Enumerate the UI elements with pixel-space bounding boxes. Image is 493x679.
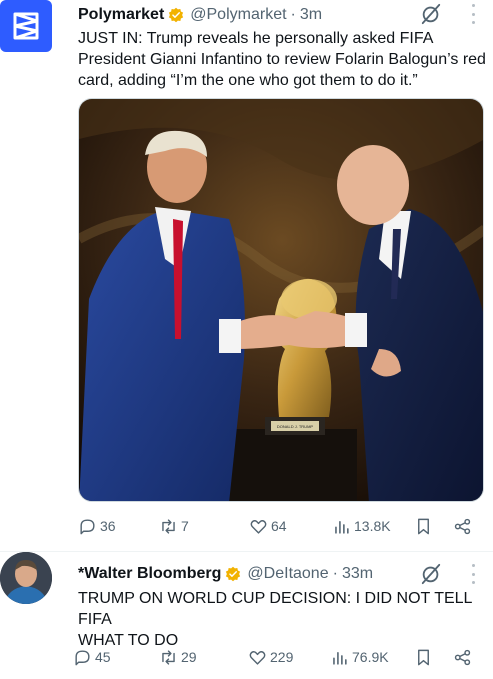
tweet-header: *Walter Bloomberg @DeItaone · 33m (78, 563, 373, 585)
bookmark-button[interactable] (414, 646, 433, 668)
repost-icon (162, 649, 175, 665)
views-icon (335, 520, 349, 534)
repost-count: 29 (181, 649, 197, 665)
tweet-actions: 45 29 229 76.9K (75, 646, 478, 668)
timestamp[interactable]: 3m (300, 6, 322, 24)
separator-dot: · (332, 565, 338, 582)
repost-count: 7 (181, 518, 189, 534)
tweet-text-line: JUST IN: Trump reveals he personally ask… (78, 30, 434, 47)
tweet-text-line: President Gianni Infantino to review Fol… (78, 51, 486, 68)
photo-trump-infantino: DONALD J. TRUMP (79, 99, 483, 501)
reply-count: 36 (100, 518, 116, 534)
tweet-text-line: TRUMP ON WORLD CUP DECISION: I DID NOT T… (78, 590, 472, 628)
reply-icon (75, 649, 90, 665)
repost-button[interactable]: 29 (159, 646, 197, 668)
reply-button[interactable]: 45 (73, 646, 111, 668)
author-name[interactable]: Polymarket (78, 6, 164, 24)
tweet-photo[interactable]: DONALD J. TRUMP (78, 98, 484, 502)
grok-icon[interactable] (420, 563, 442, 585)
author-handle[interactable]: @Polymarket (190, 6, 286, 24)
reply-icon (80, 518, 95, 534)
more-icon[interactable] (470, 564, 476, 584)
like-count: 229 (270, 649, 294, 665)
views-button[interactable]: 76.9K (330, 646, 389, 668)
timestamp[interactable]: 33m (342, 565, 373, 583)
author-handle[interactable]: @DeItaone (247, 565, 328, 583)
polymarket-avatar[interactable] (0, 0, 52, 52)
views-icon (333, 651, 347, 665)
tweet-polymarket[interactable]: Polymarket @Polymarket · 3m JUST IN: Tru… (0, 0, 493, 551)
tweet-text: JUST IN: Trump reveals he personally ask… (78, 28, 486, 91)
avatar[interactable] (0, 552, 52, 604)
share-icon (454, 518, 471, 534)
separator-dot: · (290, 6, 296, 23)
like-button[interactable]: 229 (248, 646, 293, 668)
like-icon (249, 650, 266, 665)
views-button[interactable]: 13.8K (332, 515, 391, 537)
reply-button[interactable]: 36 (78, 515, 116, 537)
tweet-walter-bloomberg[interactable]: *Walter Bloomberg @DeItaone · 33m TRUMP … (0, 551, 493, 679)
like-button[interactable]: 64 (249, 515, 287, 537)
repost-icon (162, 518, 175, 534)
share-button[interactable] (453, 646, 472, 668)
author-name[interactable]: *Walter Bloomberg (78, 565, 221, 583)
walter-avatar-image (0, 552, 52, 604)
tweet-actions: 36 7 64 13.8K (78, 515, 478, 537)
trophy-plaque-text: DONALD J. TRUMP (277, 424, 313, 429)
reply-count: 45 (95, 649, 111, 665)
bookmark-icon (418, 518, 429, 534)
like-count: 64 (271, 518, 287, 534)
grok-icon[interactable] (420, 3, 442, 25)
like-icon (250, 519, 267, 534)
more-icon[interactable] (470, 4, 476, 24)
tweet-text-line: card, adding “I’m the one who got them t… (78, 72, 418, 89)
verified-badge-icon (169, 7, 184, 23)
views-count: 13.8K (354, 518, 391, 534)
bookmark-icon (418, 649, 429, 665)
share-button[interactable] (453, 515, 472, 537)
bookmark-button[interactable] (414, 515, 433, 537)
verified-badge-icon (226, 566, 241, 582)
tweet-text: TRUMP ON WORLD CUP DECISION: I DID NOT T… (78, 588, 493, 651)
share-icon (454, 649, 471, 665)
polymarket-logo-icon (13, 12, 39, 40)
repost-button[interactable]: 7 (159, 515, 189, 537)
views-count: 76.9K (352, 649, 389, 665)
tweet-header: Polymarket @Polymarket · 3m (78, 4, 322, 26)
